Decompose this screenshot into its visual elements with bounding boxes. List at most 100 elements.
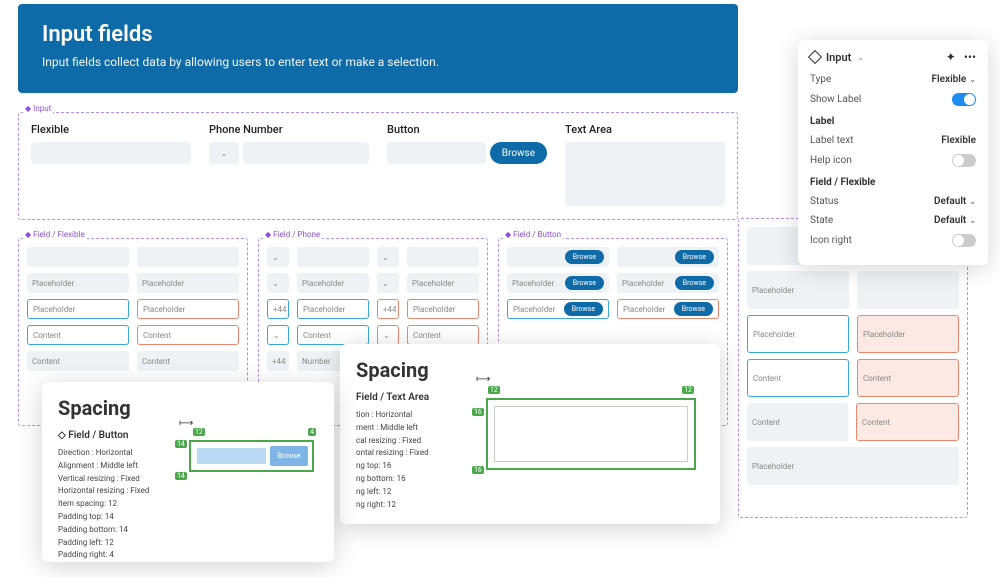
textarea-column: Text Area (565, 123, 725, 206)
prefix[interactable]: ⌄ (377, 325, 399, 345)
field-variant[interactable]: Content (137, 351, 239, 371)
field-variant[interactable]: PlaceholderBrowse (617, 273, 719, 293)
field-variant[interactable]: PlaceholderBrowse (617, 299, 719, 319)
labeltext-value[interactable]: Flexible (941, 135, 976, 146)
button-label: Button (387, 123, 547, 136)
field-variant[interactable]: Placeholder (747, 315, 849, 353)
field-variant[interactable]: Content (407, 325, 479, 345)
field-variant[interactable]: Placeholder (407, 299, 479, 319)
state-select[interactable]: Default⌄ (934, 215, 976, 226)
spacing-title: Spacing (58, 396, 318, 420)
field-variant[interactable]: Content (747, 359, 849, 397)
spacing-diagram: ⟼ 12 4 14 14 Browse (179, 430, 324, 482)
spacing-panel-textarea: Spacing Field / Text Area tion : Horizon… (340, 344, 720, 524)
chevron-down-icon[interactable]: ⌄ (857, 53, 864, 62)
field-variant[interactable]: Placeholder (747, 447, 959, 485)
frame-label: ◆ Field / Button (503, 230, 563, 239)
browse-button[interactable]: Browse (675, 250, 714, 264)
spacing-title: Spacing (356, 358, 704, 382)
component-icon (808, 50, 822, 64)
textarea-input[interactable] (565, 142, 725, 206)
field-variant[interactable]: Placeholder (297, 299, 369, 319)
browse-button: Browse (270, 446, 308, 466)
labeltext-label: Label text (810, 135, 853, 146)
field-variant[interactable]: Content (856, 403, 959, 441)
field-variant[interactable]: Content (747, 403, 848, 441)
helpicon-label: Help icon (810, 155, 852, 166)
field-variant[interactable]: Placeholder (27, 273, 129, 293)
inspector-title: Input (826, 51, 851, 64)
browse-button[interactable]: Browse (675, 276, 714, 290)
field-variant[interactable]: Placeholder (747, 271, 849, 309)
field-variant[interactable]: PlaceholderBrowse (507, 299, 609, 319)
field-variant[interactable] (27, 247, 129, 267)
iconright-toggle[interactable] (952, 234, 976, 247)
field-variant[interactable]: Content (27, 325, 129, 345)
browse-button[interactable]: Browse (565, 250, 604, 264)
button-column: Button Browse (387, 123, 547, 206)
helpicon-toggle[interactable] (952, 154, 976, 167)
field-variant[interactable] (857, 271, 959, 309)
textarea-label: Text Area (565, 123, 725, 136)
frame-label: ◆ Field / Flexible (23, 230, 87, 239)
field-variant[interactable]: Placeholder (137, 299, 239, 319)
field-variant[interactable]: Placeholder (407, 273, 479, 293)
field-variant[interactable] (137, 247, 239, 267)
type-label: Type (810, 74, 831, 85)
field-variant[interactable]: Placeholder (137, 273, 239, 293)
browse-button[interactable]: Browse (565, 276, 604, 290)
browse-button[interactable]: Browse (490, 142, 547, 164)
spacing-diagram: ⟼ 12 12 16 16 (476, 388, 706, 480)
showlabel-label: Show Label (810, 94, 861, 105)
status-select[interactable]: Default⌄ (934, 196, 976, 207)
page-header: Input fields Input fields collect data b… (18, 4, 738, 93)
field-variant[interactable]: Content (137, 325, 239, 345)
phone-prefix-select[interactable]: ⌄ (209, 142, 239, 164)
flexible-input[interactable] (31, 142, 191, 164)
field-variant[interactable]: PlaceholderBrowse (507, 273, 609, 293)
inspector-panel: Input ⌄ ✦ ••• Type Flexible⌄ Show Label … (798, 40, 988, 265)
field-variant[interactable]: Browse (507, 247, 609, 267)
field-variant[interactable]: Content (297, 325, 369, 345)
flexible-column: Flexible (31, 123, 191, 206)
field-variant[interactable]: Browse (617, 247, 719, 267)
prefix[interactable]: +44 (267, 299, 289, 319)
phone-column: Phone Number ⌄ (209, 123, 369, 206)
field-variant[interactable]: Placeholder (27, 299, 129, 319)
field-variant[interactable]: Placeholder (297, 273, 369, 293)
label-section: Label (810, 116, 976, 127)
prefix[interactable]: ⌄ (267, 325, 289, 345)
arrow-icon: ⟼ (179, 418, 193, 429)
prefix[interactable]: ⌄ (267, 273, 289, 293)
type-select[interactable]: Flexible⌄ (932, 74, 976, 85)
phone-input[interactable] (243, 142, 369, 164)
flexible-label: Flexible (31, 123, 191, 136)
field-section: Field / Flexible (810, 177, 976, 188)
browse-button[interactable]: Browse (564, 302, 603, 316)
iconright-label: Icon right (810, 235, 852, 246)
frame-label: ◆ Field / Phone (263, 230, 322, 239)
prefix[interactable]: +44 (377, 299, 399, 319)
phone-label: Phone Number (209, 123, 369, 136)
more-icon[interactable]: ••• (964, 50, 976, 64)
spacing-panel-button: Spacing ◇ Field / Button Direction : Hor… (42, 382, 334, 562)
field-variant[interactable]: Content (857, 359, 959, 397)
frame-label: ◆ Input (23, 104, 53, 113)
field-variant[interactable] (407, 247, 479, 267)
arrow-icon: ⟼ (476, 374, 490, 385)
prefix[interactable]: ⌄ (377, 273, 399, 293)
prefix[interactable]: ⌄ (267, 247, 289, 267)
showlabel-toggle[interactable] (952, 93, 976, 106)
page-subtitle: Input fields collect data by allowing us… (42, 55, 714, 69)
button-input[interactable] (387, 142, 486, 164)
page-title: Input fields (42, 22, 714, 47)
target-icon[interactable]: ✦ (946, 50, 956, 64)
chevron-down-icon: ⌄ (221, 149, 228, 158)
prefix[interactable]: +44 (267, 351, 289, 371)
field-variant[interactable]: Content (27, 351, 129, 371)
prefix[interactable]: ⌄ (377, 247, 399, 267)
field-variant[interactable]: Placeholder (857, 315, 959, 353)
browse-button[interactable]: Browse (674, 302, 713, 316)
state-label: State (810, 215, 833, 226)
field-variant[interactable] (297, 247, 369, 267)
